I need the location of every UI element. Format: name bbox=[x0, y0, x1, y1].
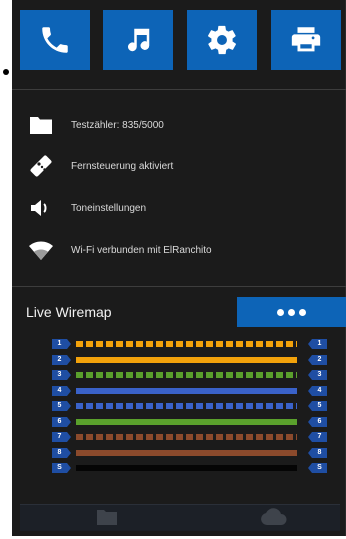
pin-badge-right: 5 bbox=[308, 401, 327, 411]
wire-row: 33 bbox=[52, 370, 327, 380]
remote-control-icon bbox=[28, 154, 54, 178]
pin-badge-left: 2 bbox=[52, 354, 71, 365]
pin-badge-right: 1 bbox=[308, 339, 327, 349]
bottom-nav bbox=[20, 504, 340, 531]
status-item-counter: Testzähler: 835/5000 bbox=[28, 113, 328, 137]
more-button[interactable] bbox=[237, 297, 346, 327]
wifi-icon bbox=[28, 238, 54, 262]
connector-dot bbox=[3, 69, 9, 75]
print-button[interactable] bbox=[271, 10, 341, 70]
folder-icon bbox=[28, 113, 54, 137]
pin-badge-left: S bbox=[52, 463, 71, 473]
wire-row: 88 bbox=[52, 447, 327, 458]
pin-badge-left: 3 bbox=[52, 370, 71, 380]
pin-badge-left: 1 bbox=[52, 339, 71, 349]
status-label: Toneinstellungen bbox=[71, 202, 147, 214]
wire-line bbox=[76, 356, 297, 363]
wire-row: 77 bbox=[52, 432, 327, 442]
toolbar-divider bbox=[12, 89, 346, 90]
wire-row: 44 bbox=[52, 385, 327, 396]
wiremap-title: Live Wiremap bbox=[26, 304, 112, 320]
settings-button[interactable] bbox=[187, 10, 257, 70]
status-label: Fernsteuerung aktiviert bbox=[71, 160, 174, 172]
status-label: Testzähler: 835/5000 bbox=[71, 119, 164, 131]
pin-badge-left: 8 bbox=[52, 447, 71, 458]
pin-badge-right: 6 bbox=[308, 416, 327, 427]
pin-badge-right: 2 bbox=[308, 354, 327, 365]
wire-row: 22 bbox=[52, 354, 327, 365]
wire-line bbox=[76, 465, 297, 471]
pin-badge-right: 8 bbox=[308, 447, 327, 458]
speaker-icon bbox=[28, 196, 54, 220]
wire-line bbox=[76, 341, 297, 347]
pin-badge-right: S bbox=[308, 463, 327, 473]
cloud-icon[interactable] bbox=[260, 508, 288, 531]
pin-badge-left: 7 bbox=[52, 432, 71, 442]
status-item-remote: Fernsteuerung aktiviert bbox=[28, 154, 328, 178]
wire-row: 11 bbox=[52, 339, 327, 349]
folder-icon[interactable] bbox=[96, 508, 118, 531]
phone-button[interactable] bbox=[20, 10, 90, 70]
status-item-wifi: Wi-Fi verbunden mit ElRanchito bbox=[28, 238, 328, 262]
pin-badge-left: 5 bbox=[52, 401, 71, 411]
gear-icon bbox=[208, 25, 236, 55]
pin-badge-right: 4 bbox=[308, 385, 327, 396]
wire-line bbox=[76, 418, 297, 425]
wire-row: 66 bbox=[52, 416, 327, 427]
wire-line bbox=[76, 434, 297, 440]
music-note-icon bbox=[128, 28, 150, 52]
wire-line bbox=[76, 387, 297, 394]
wire-row: SS bbox=[52, 463, 327, 473]
wiremap-divider bbox=[12, 286, 346, 287]
more-dot bbox=[288, 308, 295, 316]
status-label: Wi-Fi verbunden mit ElRanchito bbox=[71, 244, 212, 256]
wire-row: 55 bbox=[52, 401, 327, 411]
pin-badge-left: 6 bbox=[52, 416, 71, 427]
wire-line bbox=[76, 372, 297, 378]
pin-badge-right: 3 bbox=[308, 370, 327, 380]
wire-line bbox=[76, 403, 297, 409]
wire-line bbox=[76, 449, 297, 456]
pin-badge-right: 7 bbox=[308, 432, 327, 442]
more-dot bbox=[299, 308, 306, 316]
pin-badge-left: 4 bbox=[52, 385, 71, 396]
more-dot bbox=[277, 308, 284, 316]
status-item-sound[interactable]: Toneinstellungen bbox=[28, 196, 328, 220]
phone-icon bbox=[42, 27, 68, 53]
printer-icon bbox=[291, 27, 321, 52]
device-screen: Testzähler: 835/5000 Fernsteuerung aktiv… bbox=[12, 0, 346, 536]
music-button[interactable] bbox=[103, 10, 173, 70]
